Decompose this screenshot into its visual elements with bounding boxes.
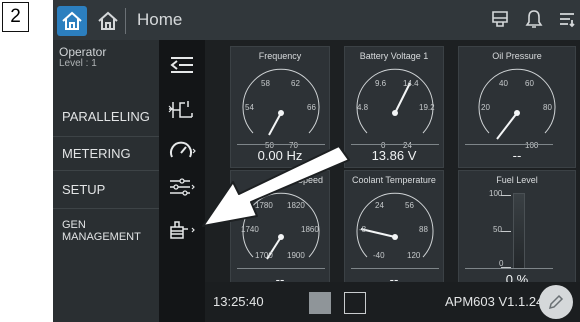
menu-item-label: SETUP	[62, 182, 106, 197]
paralleling-icon-button[interactable]	[167, 96, 197, 122]
gauge-tick: 66	[307, 103, 316, 112]
gauge-tick: 120	[407, 251, 421, 260]
speedometer-icon	[170, 141, 196, 158]
menu-item-label: GEN MANAGEMENT	[62, 218, 141, 243]
top-bar: Home	[53, 0, 580, 40]
gen-management-icon-button[interactable]	[167, 216, 197, 242]
clock-display: 13:25:40	[213, 294, 264, 309]
gauge-tick: 1900	[287, 251, 305, 260]
gauge-tick: 80	[543, 103, 552, 112]
gauge-tick: -40	[373, 251, 385, 260]
gauge-value-underline	[237, 268, 325, 269]
fuel-tick-mark	[501, 231, 511, 232]
menu-item-metering[interactable]: METERING	[53, 136, 159, 170]
top-icon-group	[490, 8, 576, 30]
gauge-title: Fuel Level	[496, 175, 538, 185]
bell-icon[interactable]	[524, 8, 544, 30]
list-icon[interactable]	[558, 8, 576, 30]
gauge-tick: 88	[419, 225, 428, 234]
fuel-level-bar	[513, 193, 525, 269]
gauge-value-underline	[465, 268, 553, 269]
gauge-value: --	[512, 148, 522, 163]
step-number-label: 2	[2, 2, 29, 32]
gauge-tick: 0	[499, 259, 504, 268]
gauge-tick: 24	[375, 201, 384, 210]
menu-item-label: PARALLELING	[62, 108, 150, 124]
device-icon[interactable]	[490, 8, 510, 30]
firmware-version: APM603 V1.1.24	[445, 294, 544, 309]
gauge-tick: 9.6	[375, 79, 387, 88]
pencil-icon	[548, 294, 564, 310]
fuel-tick-mark	[501, 195, 511, 196]
collapse-menu-icon	[170, 57, 193, 73]
header-divider	[125, 8, 126, 34]
gauge-tick: 62	[291, 79, 300, 88]
gauge-value-underline	[465, 144, 553, 145]
gauge-tick: 54	[245, 103, 254, 112]
metering-icon-button[interactable]	[167, 138, 197, 164]
edit-button[interactable]	[539, 285, 573, 319]
oil-pressure-gauge[interactable]: Oil Pressure 20 40 60 80 100 --	[458, 46, 576, 168]
menu-item-paralleling[interactable]: PARALLELING	[53, 96, 159, 136]
home-icon	[62, 11, 82, 30]
gauge-tick: 56	[405, 201, 414, 210]
gauge-tick: 14.4	[403, 79, 419, 88]
setup-icon-button[interactable]	[167, 174, 197, 200]
gauge-tick: 1700	[255, 251, 273, 260]
paralleling-icon	[168, 101, 193, 118]
generator-icon	[170, 221, 195, 239]
indicator-filled	[309, 292, 331, 314]
home-outline-icon	[98, 11, 118, 30]
menu-item-setup[interactable]: SETUP	[53, 170, 159, 208]
gauge-tick: 58	[261, 79, 270, 88]
menu-item-gen-management[interactable]: GEN MANAGEMENT	[53, 208, 159, 252]
gauge-tick: 100	[489, 189, 503, 198]
gauge-tick: 50	[493, 225, 502, 234]
gauge-tick: 4.8	[357, 103, 369, 112]
gauge-value-underline	[351, 268, 439, 269]
gauge-tick: 60	[525, 79, 534, 88]
sliders-icon	[170, 178, 195, 196]
controller-screen: Home Operator Level : 1 PARALLELING METE…	[53, 0, 580, 322]
collapse-menu-button[interactable]	[167, 52, 197, 78]
home-secondary-button[interactable]	[93, 6, 123, 36]
operator-label: Operator	[59, 45, 107, 59]
operator-level: Level : 1	[59, 58, 97, 69]
home-button[interactable]	[57, 6, 87, 36]
page-title: Home	[137, 10, 183, 29]
gauge-tick: 40	[499, 79, 508, 88]
fuel-level-gauge[interactable]: Fuel Level 100 50 0 0 %	[458, 170, 576, 292]
status-bar: 13:25:40 APM603 V1.1.24	[205, 282, 580, 322]
gauge-tick: 20	[481, 103, 490, 112]
callout-arrow	[202, 145, 350, 227]
indicator-empty	[344, 292, 366, 314]
gauge-tick: 19.2	[419, 103, 435, 112]
menu-item-label: METERING	[62, 146, 131, 161]
